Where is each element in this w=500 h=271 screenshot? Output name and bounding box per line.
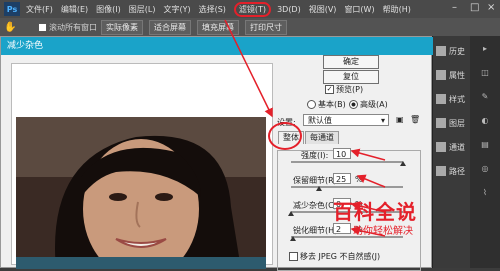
mode-basic-radio[interactable]: 基本(B) bbox=[307, 99, 346, 110]
panel-styles[interactable]: 样式 bbox=[433, 90, 471, 108]
panel-toggle-icon[interactable]: ▸ bbox=[470, 36, 500, 60]
panel-channels-label: 通道 bbox=[449, 142, 465, 152]
right-tool-strip: ▸ ◫ ✎ ◐ ▤ ◎ ⌇ bbox=[470, 36, 500, 268]
tab-per-channel[interactable]: 每通道 bbox=[305, 131, 339, 144]
mode-advanced-radio[interactable]: 高级(A) bbox=[349, 99, 388, 110]
menu-bar: Ps 文件(F) 编辑(E) 图像(I) 图层(L) 文字(Y) 选择(S) 滤… bbox=[0, 0, 500, 18]
history-tool-icon[interactable]: ◫ bbox=[470, 60, 500, 84]
menu-edit[interactable]: 编辑(E) bbox=[61, 4, 88, 15]
panel-history[interactable]: 历史 bbox=[433, 42, 471, 60]
save-preset-icon[interactable]: ▣ bbox=[396, 115, 404, 124]
baike-watermark: 百科全说 助你轻松解决 bbox=[325, 194, 465, 246]
minimize-icon[interactable]: – bbox=[452, 2, 457, 13]
paths-icon bbox=[436, 166, 446, 176]
scroll-all-windows-label: 滚动所有窗口 bbox=[49, 22, 97, 32]
menu-help[interactable]: 帮助(H) bbox=[383, 4, 411, 15]
chevron-down-icon: ▾ bbox=[380, 116, 385, 125]
layers-icon bbox=[436, 118, 446, 128]
menu-select[interactable]: 选择(S) bbox=[199, 4, 226, 15]
maximize-icon[interactable]: □ bbox=[470, 2, 479, 13]
menu-file[interactable]: 文件(F) bbox=[26, 4, 53, 15]
strength-slider-thumb[interactable] bbox=[400, 161, 406, 166]
strength-label: 强度(I): bbox=[301, 151, 329, 160]
fit-screen-button[interactable]: 适合屏幕 bbox=[149, 19, 191, 35]
panel-paths-label: 路径 bbox=[449, 166, 465, 176]
basic-radio-dot bbox=[307, 100, 316, 109]
brush-tool-icon[interactable]: ✎ bbox=[470, 84, 500, 108]
sharpen-details-slider-thumb[interactable] bbox=[290, 236, 297, 241]
fill-screen-button[interactable]: 填充屏幕 bbox=[197, 19, 239, 35]
scroll-all-windows-checkbox[interactable]: 滚动所有窗口 bbox=[38, 22, 97, 33]
menu-image[interactable]: 图像(I) bbox=[96, 4, 121, 15]
menu-3d[interactable]: 3D(D) bbox=[277, 5, 301, 14]
hand-tool-icon[interactable]: ✋ bbox=[4, 22, 20, 33]
panel-channels[interactable]: 通道 bbox=[433, 138, 471, 156]
preserve-details-slider[interactable] bbox=[291, 186, 403, 188]
preserve-details-unit: % bbox=[355, 175, 363, 184]
channels-tool-icon[interactable]: ◎ bbox=[470, 156, 500, 180]
actual-pixels-button[interactable]: 实际像素 bbox=[101, 19, 143, 35]
layers-tool-icon[interactable]: ▤ bbox=[470, 132, 500, 156]
channels-icon bbox=[436, 142, 446, 152]
paths-tool-icon[interactable]: ⌇ bbox=[470, 180, 500, 204]
close-icon[interactable]: × bbox=[487, 2, 495, 13]
menu-filter[interactable]: 滤镜(T) bbox=[233, 1, 272, 17]
properties-icon bbox=[436, 70, 446, 80]
photoshop-logo: Ps bbox=[4, 2, 20, 16]
strength-slider[interactable] bbox=[291, 161, 403, 163]
panel-properties-label: 属性 bbox=[449, 70, 465, 80]
checkbox-box bbox=[38, 22, 47, 32]
print-size-button[interactable]: 打印尺寸 bbox=[245, 19, 287, 35]
mode-basic-label: 基本(B) bbox=[318, 100, 346, 109]
menu-window[interactable]: 窗口(W) bbox=[344, 4, 374, 15]
panel-layers-label: 图层 bbox=[449, 118, 465, 128]
menu-view[interactable]: 视图(V) bbox=[309, 4, 337, 15]
preserve-details-input[interactable]: 25 bbox=[333, 173, 351, 184]
panel-layers[interactable]: 图层 bbox=[433, 114, 471, 132]
remove-jpeg-label: 移去 JPEG 不自然感(J) bbox=[300, 252, 381, 261]
reduce-color-noise-slider-thumb[interactable] bbox=[288, 211, 294, 216]
settings-value: 默认值 bbox=[308, 116, 332, 125]
panel-history-label: 历史 bbox=[449, 46, 465, 56]
portrait-image bbox=[16, 117, 266, 269]
panel-styles-label: 样式 bbox=[449, 94, 465, 104]
reset-button[interactable]: 复位 bbox=[323, 70, 379, 84]
preview-photo bbox=[16, 117, 266, 269]
styles-icon bbox=[436, 94, 446, 104]
panel-paths[interactable]: 路径 bbox=[433, 162, 471, 180]
remove-jpeg-checkbox-box bbox=[289, 252, 298, 261]
watermark-main-text: 百科全说 bbox=[333, 200, 417, 224]
remove-jpeg-artifact-checkbox[interactable]: 移去 JPEG 不自然感(J) bbox=[289, 251, 380, 262]
strength-input[interactable]: 10 bbox=[333, 148, 351, 159]
settings-select[interactable]: 默认值 ▾ bbox=[303, 114, 389, 126]
advanced-radio-dot bbox=[349, 100, 358, 109]
menu-layer[interactable]: 图层(L) bbox=[129, 4, 156, 15]
overall-tab-highlight-circle bbox=[268, 122, 302, 150]
ok-button[interactable]: 确定 bbox=[323, 55, 379, 69]
delete-preset-icon[interactable]: 🗑 bbox=[410, 115, 420, 124]
preview-checkbox-box: ✓ bbox=[325, 85, 334, 94]
history-icon bbox=[436, 46, 446, 56]
options-bar: ✋ 滚动所有窗口 实际像素 适合屏幕 填充屏幕 打印尺寸 bbox=[0, 18, 500, 37]
panel-properties[interactable]: 属性 bbox=[433, 66, 471, 84]
preview-checkbox-label: 预览(P) bbox=[336, 85, 364, 94]
preserve-details-slider-thumb[interactable] bbox=[316, 186, 322, 191]
mode-advanced-label: 高级(A) bbox=[360, 100, 388, 109]
watermark-sub-text: 助你轻松解决 bbox=[353, 226, 413, 237]
adjust-tool-icon[interactable]: ◐ bbox=[470, 108, 500, 132]
preview-checkbox[interactable]: ✓ 预览(P) bbox=[325, 84, 363, 95]
menu-type[interactable]: 文字(Y) bbox=[163, 4, 190, 15]
dialog-title: 减少杂色 bbox=[1, 37, 433, 55]
